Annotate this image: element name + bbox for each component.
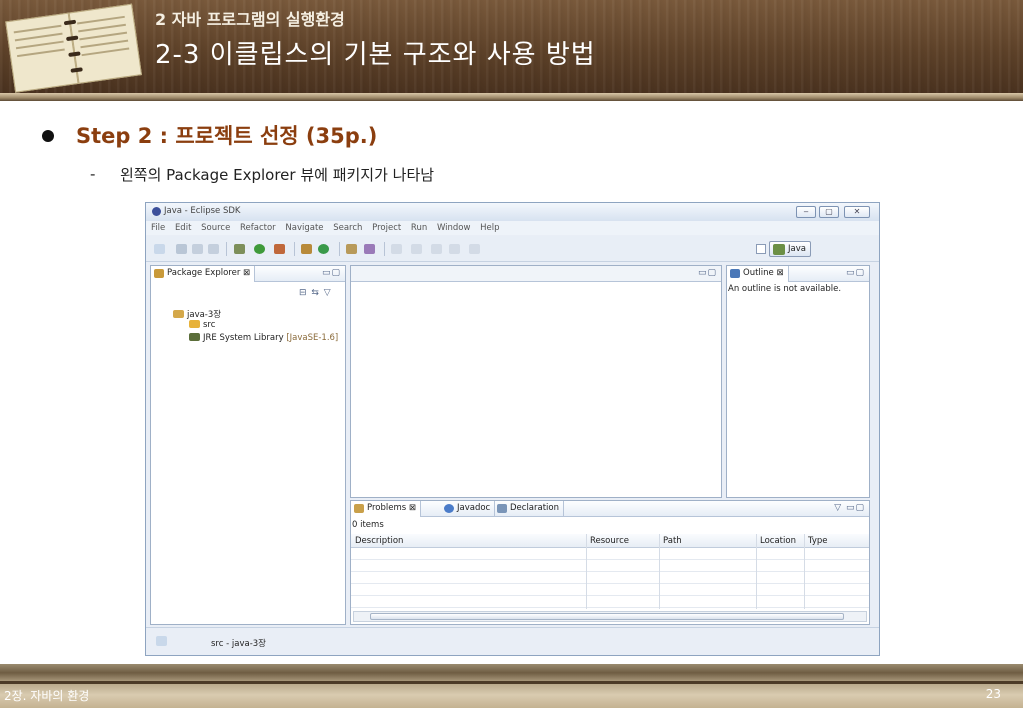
table-row: [351, 561, 869, 572]
external-tools-icon[interactable]: [274, 244, 285, 254]
run-icon[interactable]: [254, 244, 265, 254]
slide-header: 2 자바 프로그램의 실행환경 2-3 이클립스의 기본 구조와 사용 방법: [0, 0, 1023, 93]
tab-outline[interactable]: Outline ⊠: [727, 266, 789, 282]
menu-refactor[interactable]: Refactor: [240, 221, 276, 235]
slide-footer: [0, 664, 1023, 708]
outline-message: An outline is not available.: [728, 284, 842, 294]
description-dash: -: [90, 165, 96, 183]
outline-view: Outline ⊠ ▭▢ An outline is not available…: [726, 265, 870, 498]
maximize-button[interactable]: ▢: [819, 206, 839, 218]
table-row: [351, 573, 869, 584]
new-class-icon[interactable]: [318, 244, 329, 254]
problems-menu-icon[interactable]: ▽ ▭▢: [834, 503, 865, 513]
tab-javadoc[interactable]: Javadoc: [441, 501, 496, 517]
close-button[interactable]: ✕: [844, 206, 870, 218]
horizontal-scrollbar[interactable]: [353, 611, 867, 622]
menu-search[interactable]: Search: [333, 221, 362, 235]
menu-file[interactable]: File: [151, 221, 165, 235]
open-type-icon[interactable]: [346, 244, 357, 254]
window-titlebar: Java - Eclipse SDK ‒ ▢ ✕: [146, 203, 879, 221]
new-fast-view-icon[interactable]: [156, 636, 167, 646]
menu-source[interactable]: Source: [201, 221, 230, 235]
page-number: 23: [985, 687, 1001, 701]
java-perspective-icon: [773, 244, 785, 255]
menu-run[interactable]: Run: [411, 221, 427, 235]
eclipse-window: Java - Eclipse SDK ‒ ▢ ✕ File Edit Sourc…: [145, 202, 880, 656]
source-folder-icon: [189, 320, 200, 328]
menu-help[interactable]: Help: [480, 221, 499, 235]
col-type[interactable]: Type: [808, 536, 828, 546]
problems-view: Problems ⊠ Javadoc Declaration ▽ ▭▢ 0 it…: [350, 500, 870, 625]
col-description[interactable]: Description: [355, 536, 403, 546]
jre-version: [JavaSE-1.6]: [286, 333, 339, 343]
new-icon[interactable]: [154, 244, 165, 254]
tab-declaration[interactable]: Declaration: [494, 501, 565, 517]
collapse-all-icon[interactable]: ⊟ ⇆ ▽: [299, 288, 332, 298]
prev-annotation-icon[interactable]: [411, 244, 422, 254]
status-text: src - java-3장: [211, 639, 266, 649]
print-icon[interactable]: [208, 244, 219, 254]
view-min-max-icon[interactable]: ▭▢: [322, 268, 341, 278]
main-toolbar: Java: [146, 236, 879, 262]
eclipse-logo-icon: [152, 207, 161, 216]
menu-edit[interactable]: Edit: [175, 221, 191, 235]
tree-project[interactable]: java-3장: [173, 308, 221, 320]
menu-project[interactable]: Project: [372, 221, 401, 235]
header-divider: [0, 93, 1023, 101]
minimize-button[interactable]: ‒: [796, 206, 816, 218]
tab-package-explorer[interactable]: Package Explorer ⊠: [151, 266, 256, 282]
save-icon[interactable]: [176, 244, 187, 254]
debug-icon[interactable]: [234, 244, 245, 254]
menu-bar: File Edit Source Refactor Navigate Searc…: [146, 221, 879, 235]
editor-area[interactable]: ▭▢: [350, 265, 722, 498]
back-icon[interactable]: [449, 244, 460, 254]
javadoc-icon: [444, 504, 454, 513]
step-heading: Step 2 : 프로젝트 선정 (35p.): [76, 124, 378, 148]
col-resource[interactable]: Resource: [590, 536, 629, 546]
next-annotation-icon[interactable]: [391, 244, 402, 254]
outline-icon: [730, 269, 740, 278]
search-icon[interactable]: [364, 244, 375, 254]
col-location[interactable]: Location: [760, 536, 796, 546]
menu-navigate[interactable]: Navigate: [285, 221, 323, 235]
table-row: [351, 597, 869, 608]
editor-min-max-icon[interactable]: ▭▢: [698, 268, 717, 278]
library-icon: [189, 333, 200, 341]
problems-icon: [354, 504, 364, 513]
declaration-icon: [497, 504, 507, 513]
open-perspective-icon[interactable]: [756, 244, 766, 254]
book-image: [2, 0, 148, 93]
problems-table-header: Description Resource Path Location Type: [351, 534, 869, 548]
col-path[interactable]: Path: [663, 536, 682, 546]
slide-title: 2-3 이클립스의 기본 구조와 사용 방법: [155, 40, 596, 70]
tab-problems[interactable]: Problems ⊠: [351, 501, 422, 517]
new-package-icon[interactable]: [301, 244, 312, 254]
forward-icon[interactable]: [469, 244, 480, 254]
project-folder-icon: [173, 310, 184, 318]
tree-src[interactable]: src: [189, 320, 215, 330]
save-all-icon[interactable]: [192, 244, 203, 254]
status-bar: src - java-3장: [146, 627, 879, 655]
menu-window[interactable]: Window: [437, 221, 471, 235]
last-edit-icon[interactable]: [431, 244, 442, 254]
tree-jre[interactable]: JRE System Library [JavaSE-1.6]: [189, 333, 338, 343]
outline-min-max-icon[interactable]: ▭▢: [846, 268, 865, 278]
bullet-icon: [42, 130, 54, 142]
java-perspective-button[interactable]: Java: [769, 241, 811, 257]
problems-count: 0 items: [352, 520, 384, 530]
table-row: [351, 549, 869, 560]
step-description: 왼쪽의 Package Explorer 뷰에 패키지가 나타남: [120, 166, 435, 184]
window-title: Java - Eclipse SDK: [164, 206, 241, 216]
table-row: [351, 585, 869, 596]
package-explorer-view: Package Explorer ⊠ ▭▢ ⊟ ⇆ ▽ java-3장 src …: [150, 265, 346, 625]
package-explorer-icon: [154, 269, 164, 278]
slide-subtitle: 2 자바 프로그램의 실행환경: [155, 10, 345, 29]
footer-chapter: 2장. 자바의 환경: [4, 689, 90, 703]
